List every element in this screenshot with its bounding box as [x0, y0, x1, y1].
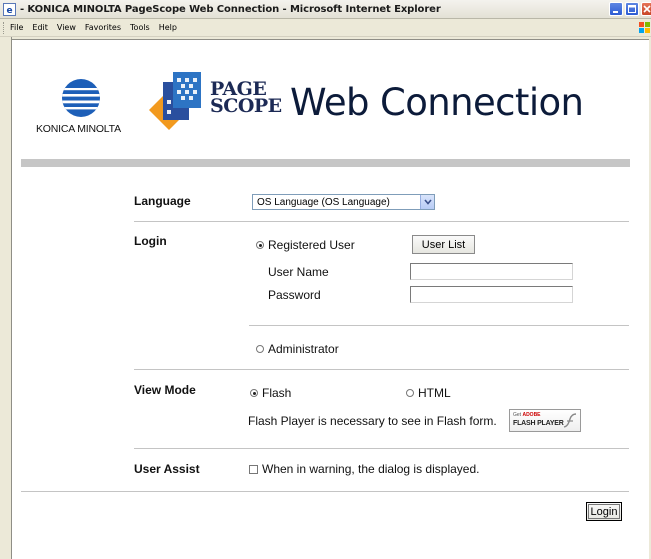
menu-file[interactable]: File — [10, 23, 23, 32]
windows-flag-icon — [637, 20, 651, 35]
window-controls — [609, 2, 651, 16]
user-list-button[interactable]: User List — [412, 235, 475, 254]
window-titlebar: e - KONICA MINOLTA PageScope Web Connect… — [0, 0, 651, 19]
html-label: HTML — [418, 386, 451, 400]
svg-text:e: e — [6, 6, 12, 16]
page-title: Web Connection — [290, 81, 584, 124]
pagescope-mark-icon — [149, 72, 201, 130]
header-divider — [21, 159, 630, 167]
dialog-warning-checkbox[interactable] — [249, 465, 258, 474]
administrator-radio[interactable] — [256, 345, 264, 353]
menu-favorites[interactable]: Favorites — [85, 23, 121, 32]
badge-get-text: Get ADOBE — [513, 412, 541, 418]
minimize-button[interactable] — [609, 2, 623, 16]
chevron-down-icon[interactable] — [420, 195, 434, 209]
window-title: - KONICA MINOLTA PageScope Web Connectio… — [20, 3, 441, 15]
password-field[interactable] — [410, 286, 573, 303]
divider — [249, 325, 629, 326]
flash-logo-icon — [563, 413, 577, 428]
login-button[interactable]: Login — [586, 502, 622, 521]
flash-label: Flash — [262, 386, 292, 400]
language-select[interactable]: OS Language (OS Language) — [252, 194, 435, 210]
konica-minolta-globe-icon — [62, 79, 100, 117]
get-flash-player-badge[interactable]: Get ADOBE FLASH PLAYER — [509, 409, 581, 432]
badge-flash-player: FLASH PLAYER — [513, 420, 564, 427]
footer-divider — [21, 491, 629, 492]
menu-help[interactable]: Help — [159, 23, 177, 32]
language-select-value: OS Language (OS Language) — [257, 196, 390, 208]
pagescope-line2: SCOPE — [210, 95, 282, 117]
badge-adobe: ADOBE — [522, 412, 541, 418]
brand-name: KONICA MINOLTA — [36, 123, 121, 135]
maximize-button[interactable] — [625, 2, 639, 16]
badge-get: Get — [513, 412, 522, 418]
user-assist-label: User Assist — [134, 462, 200, 476]
language-label: Language — [134, 194, 191, 208]
login-label: Login — [134, 234, 167, 248]
menu-edit[interactable]: Edit — [32, 23, 48, 32]
dialog-warning-label: When in warning, the dialog is displayed… — [262, 462, 480, 476]
browser-frame-left — [0, 37, 12, 559]
divider — [134, 221, 629, 222]
browser-frame-top — [12, 37, 649, 40]
divider — [134, 448, 629, 449]
registered-user-radio[interactable] — [256, 241, 264, 249]
close-button[interactable] — [641, 2, 651, 16]
registered-user-label: Registered User — [268, 238, 355, 252]
toolbar-grip — [3, 21, 7, 34]
konica-minolta-logo: KONICA MINOLTA — [36, 77, 134, 143]
password-label: Password — [268, 288, 321, 302]
user-name-label: User Name — [268, 265, 329, 279]
menu-tools[interactable]: Tools — [130, 23, 150, 32]
flash-note: Flash Player is necessary to see in Flas… — [248, 414, 497, 428]
menu-view[interactable]: View — [57, 23, 76, 32]
view-mode-label: View Mode — [134, 383, 196, 397]
menu-bar: File Edit View Favorites Tools Help — [0, 19, 651, 37]
administrator-label: Administrator — [268, 342, 339, 356]
divider — [134, 369, 629, 370]
internet-explorer-icon: e — [3, 2, 16, 16]
user-name-field[interactable] — [410, 263, 573, 280]
flash-radio[interactable] — [250, 389, 258, 397]
pagescope-wordmark: PAGE SCOPE — [210, 80, 282, 117]
html-radio[interactable] — [406, 389, 414, 397]
